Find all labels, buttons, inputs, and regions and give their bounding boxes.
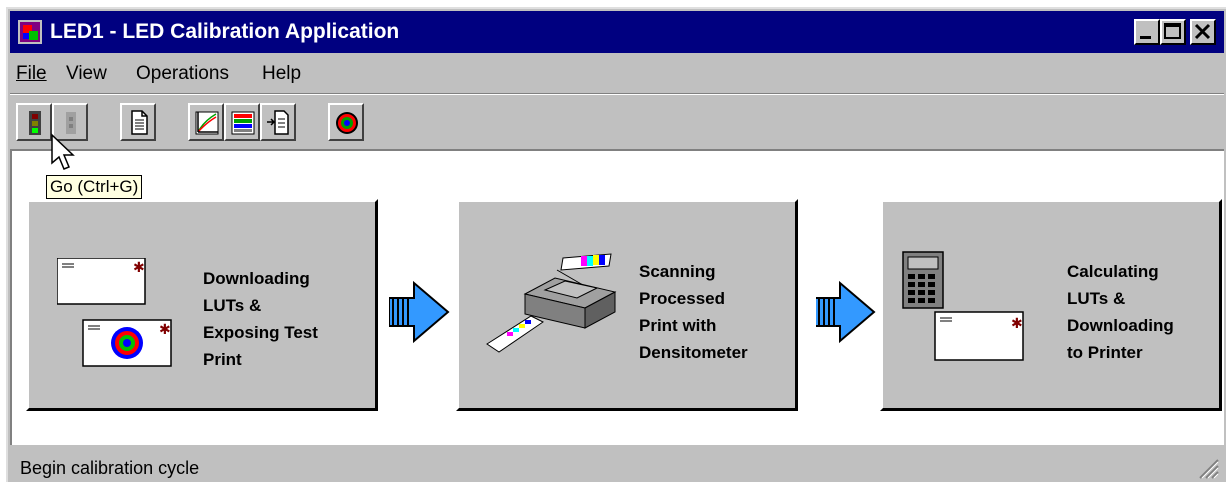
color-table-button[interactable] bbox=[224, 103, 260, 141]
close-button[interactable] bbox=[1190, 19, 1216, 45]
toolbar-separator bbox=[10, 93, 1224, 95]
status-text: Begin calibration cycle bbox=[20, 458, 200, 478]
step-panel-calculate[interactable]: ✱ Calculating LUTs & Downloading to Prin… bbox=[880, 199, 1222, 411]
svg-text:✱: ✱ bbox=[133, 260, 145, 276]
traffic-light-go-icon bbox=[29, 111, 41, 135]
close-icon bbox=[1194, 23, 1211, 40]
document-button[interactable] bbox=[120, 103, 156, 141]
download-document-icon bbox=[267, 110, 289, 135]
step-panel-scan[interactable]: Scanning Processed Print with Densitomet… bbox=[456, 199, 798, 411]
app-window: LED1 - LED Calibration Application File … bbox=[6, 7, 1226, 482]
densitometer-icon bbox=[486, 253, 617, 353]
window-title: LED1 - LED Calibration Application bbox=[50, 20, 400, 43]
target-icon bbox=[336, 112, 358, 134]
test-print-icon: ✱ ✱ bbox=[57, 258, 172, 367]
menu-file[interactable]: File bbox=[16, 63, 47, 85]
title-bar[interactable]: LED1 - LED Calibration Application bbox=[10, 11, 1224, 53]
step-panel-expose[interactable]: ✱ ✱ Downloading LUTs & Exposing Test Pri… bbox=[26, 199, 378, 411]
menu-help[interactable]: Help bbox=[262, 63, 301, 85]
download-document-button[interactable] bbox=[260, 103, 296, 141]
step-label-calculate: Calculating LUTs & Downloading to Printe… bbox=[1067, 262, 1174, 362]
menu-view[interactable]: View bbox=[66, 63, 107, 85]
arrow-right-icon bbox=[816, 280, 876, 344]
curve-graph-button[interactable] bbox=[188, 103, 224, 141]
step-label-scan: Scanning Processed Print with Densitomet… bbox=[639, 262, 748, 362]
resize-grip-icon[interactable] bbox=[1194, 454, 1220, 480]
app-icon bbox=[18, 20, 42, 44]
document-icon bbox=[131, 110, 148, 135]
target-button[interactable] bbox=[328, 103, 364, 141]
minimize-button[interactable] bbox=[1134, 19, 1160, 45]
maximize-button[interactable] bbox=[1160, 19, 1186, 45]
maximize-icon bbox=[1164, 23, 1181, 39]
svg-text:✱: ✱ bbox=[159, 322, 171, 338]
calculator-icon: ✱ bbox=[902, 251, 1024, 361]
menu-bar: File View Operations Help bbox=[10, 55, 1224, 91]
go-tooltip: Go (Ctrl+G) bbox=[46, 175, 143, 199]
menu-operations[interactable]: Operations bbox=[136, 63, 229, 85]
minimize-icon bbox=[1140, 36, 1151, 39]
step-label-expose: Downloading LUTs & Exposing Test Print bbox=[203, 269, 318, 369]
color-table-icon bbox=[231, 111, 255, 135]
curve-graph-icon bbox=[195, 111, 219, 135]
arrow-right-icon bbox=[389, 280, 450, 344]
mouse-cursor-icon bbox=[51, 133, 75, 170]
go-button[interactable] bbox=[16, 103, 52, 141]
svg-text:✱: ✱ bbox=[1011, 316, 1023, 332]
status-bar: Begin calibration cycle bbox=[10, 449, 1224, 482]
